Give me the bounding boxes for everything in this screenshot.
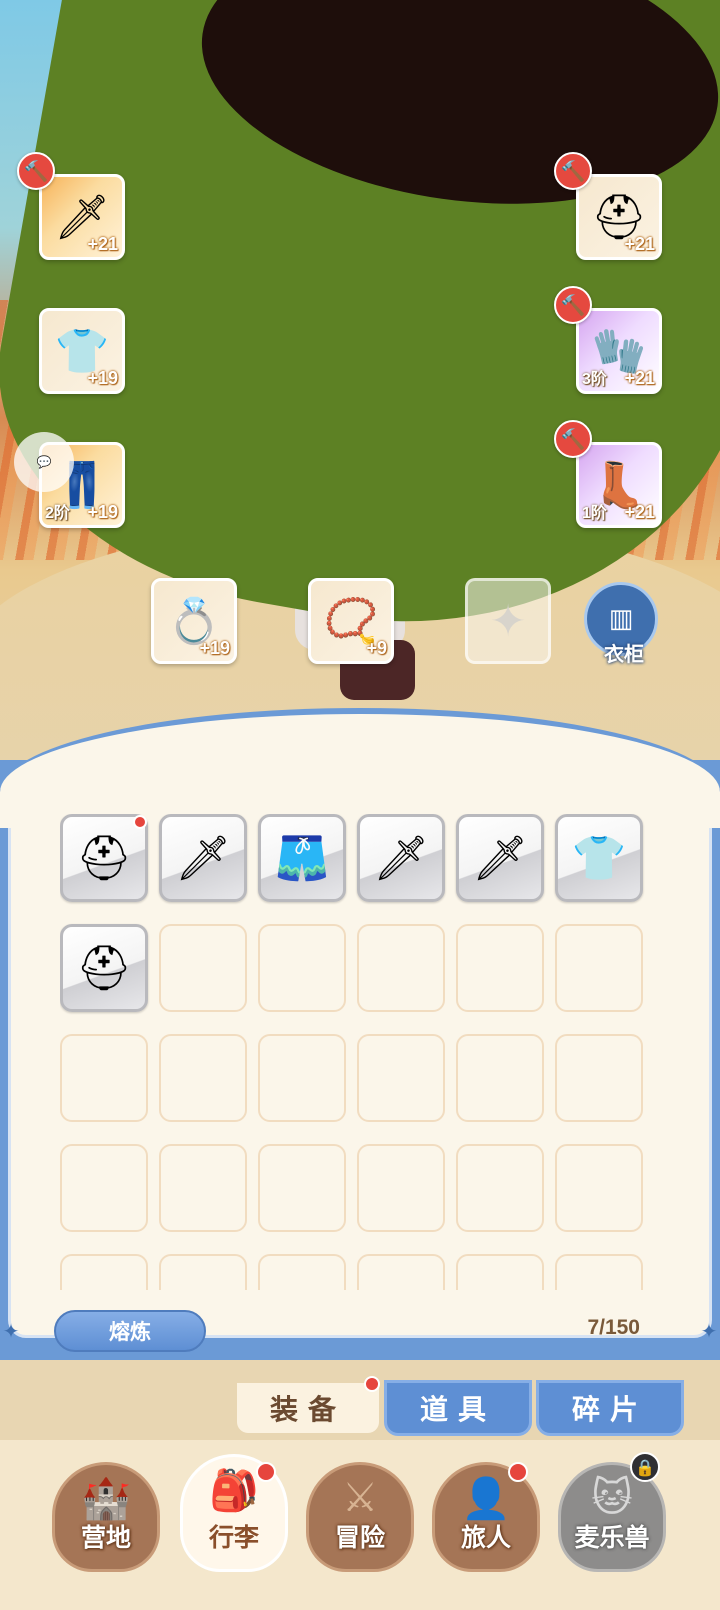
panel-corner-ornament: ✦ (2, 1319, 20, 1343)
nav-adventure-label: 冒险 (334, 1523, 385, 1552)
inventory-empty-slot (60, 1144, 148, 1232)
inventory-empty-slot (60, 1254, 148, 1290)
equip-slot-gloves[interactable]: 🧤 3阶 +21 (576, 308, 662, 394)
traveler-icon: 👤 (461, 1476, 511, 1522)
equip-level: +21 (624, 368, 655, 388)
cat-icon: 🐱 (591, 1475, 633, 1521)
castle-icon: 🏰 (81, 1476, 131, 1522)
helmet-icon: ⛑ (76, 833, 132, 884)
equip-tier: 3阶 (582, 371, 607, 388)
inventory-empty-slot (555, 1034, 643, 1122)
nav-badge (508, 1462, 528, 1482)
sword-icon: 🗡 (373, 833, 429, 884)
inventory-capacity: 7/150 (587, 1316, 640, 1339)
inventory-empty-slot (258, 1034, 346, 1122)
equip-level: +19 (87, 368, 118, 388)
nav-adventure[interactable]: ⚔ (306, 1462, 414, 1572)
inventory-grid[interactable]: ⛑ 🗡 🩳 🗡 🗡 👕 ⛑ (60, 814, 660, 1290)
equip-slot-charm[interactable]: ✦ (465, 578, 551, 664)
inventory-empty-slot (159, 1144, 247, 1232)
equip-slot-necklace[interactable]: 📿 +9 (308, 578, 394, 664)
tab-fragments[interactable]: 碎片 (536, 1380, 684, 1436)
inventory-empty-slot (456, 1254, 544, 1290)
inventory-empty-slot (159, 1034, 247, 1122)
equip-level: +9 (366, 638, 387, 658)
inventory-empty-slot (357, 1254, 445, 1290)
equip-tier: 2阶 (45, 505, 70, 522)
equip-slot-ring[interactable]: 💍 +19 (151, 578, 237, 664)
inventory-empty-slot (357, 1144, 445, 1232)
inventory-item[interactable]: 👕 (555, 814, 643, 902)
inventory-empty-slot (555, 1254, 643, 1290)
inventory-empty-slot (60, 1034, 148, 1122)
inventory-item[interactable]: 🗡 (456, 814, 544, 902)
nav-luggage-label: 行李 (208, 1523, 259, 1552)
nav-camp[interactable]: 🏰 (52, 1462, 160, 1572)
inventory-empty-slot (258, 1254, 346, 1290)
skirt-icon: 🩳 (274, 833, 330, 884)
lock-icon: 🔒 (630, 1452, 660, 1482)
inventory-item[interactable]: 🗡 (159, 814, 247, 902)
inventory-item[interactable]: ⛑ (60, 814, 148, 902)
forge-hammer-icon[interactable]: 🔨 (17, 152, 55, 190)
inventory-empty-slot (456, 1034, 544, 1122)
equip-level: +19 (87, 502, 118, 522)
forge-hammer-icon[interactable]: 🔨 (554, 420, 592, 458)
chat-bubble-icon[interactable]: 💬 (14, 432, 74, 492)
nav-traveler-label: 旅人 (460, 1523, 511, 1552)
inventory-empty-slot (357, 1034, 445, 1122)
crossed-swords-icon: ⚔ (342, 1475, 378, 1521)
equip-level: +19 (199, 638, 230, 658)
smelt-button[interactable]: 熔炼 (54, 1310, 206, 1352)
inventory-item[interactable]: ⛑ (60, 924, 148, 1012)
inventory-empty-slot (456, 924, 544, 1012)
equip-slot-boots[interactable]: 👢 1阶 +21 (576, 442, 662, 528)
new-item-badge (133, 815, 147, 829)
equip-slot-weapon[interactable]: 🗡 +21 (39, 174, 125, 260)
inventory-empty-slot (555, 1144, 643, 1232)
inventory-empty-slot (456, 1144, 544, 1232)
equip-level: +21 (624, 502, 655, 522)
tab-items[interactable]: 道具 (384, 1380, 532, 1436)
wardrobe-icon: ▥ (608, 604, 634, 634)
equip-level: +21 (87, 234, 118, 254)
sword-icon: 🗡 (175, 833, 231, 884)
equip-tier: 1阶 (582, 505, 607, 522)
equip-level: +21 (624, 234, 655, 254)
tab-badge (364, 1376, 380, 1392)
forge-hammer-icon[interactable]: 🔨 (554, 286, 592, 324)
nav-camp-label: 营地 (80, 1523, 131, 1552)
equip-slot-armor[interactable]: 👕 +19 (39, 308, 125, 394)
inventory-empty-slot (258, 1144, 346, 1232)
equip-slot-helmet[interactable]: ⛑ +21 (576, 174, 662, 260)
sword-icon: 🗡 (472, 833, 528, 884)
inventory-empty-slot (159, 924, 247, 1012)
wardrobe-label: 衣柜 (604, 642, 644, 666)
inventory-empty-slot (258, 924, 346, 1012)
nav-badge (256, 1462, 276, 1482)
forge-hammer-icon[interactable]: 🔨 (554, 152, 592, 190)
inventory-item[interactable]: 🗡 (357, 814, 445, 902)
inventory-empty-slot (159, 1254, 247, 1290)
inventory-empty-slot (555, 924, 643, 1012)
inventory-item[interactable]: 🩳 (258, 814, 346, 902)
tab-equipment[interactable]: 装备 (234, 1380, 382, 1436)
tunic-icon: 👕 (571, 833, 627, 884)
nav-pet-label: 麦乐兽 (574, 1523, 650, 1552)
helmet-icon: ⛑ (76, 943, 132, 994)
charm-bag-icon: ✦ (489, 595, 527, 647)
inventory-empty-slot (357, 924, 445, 1012)
panel-corner-ornament: ✦ (700, 1319, 718, 1343)
